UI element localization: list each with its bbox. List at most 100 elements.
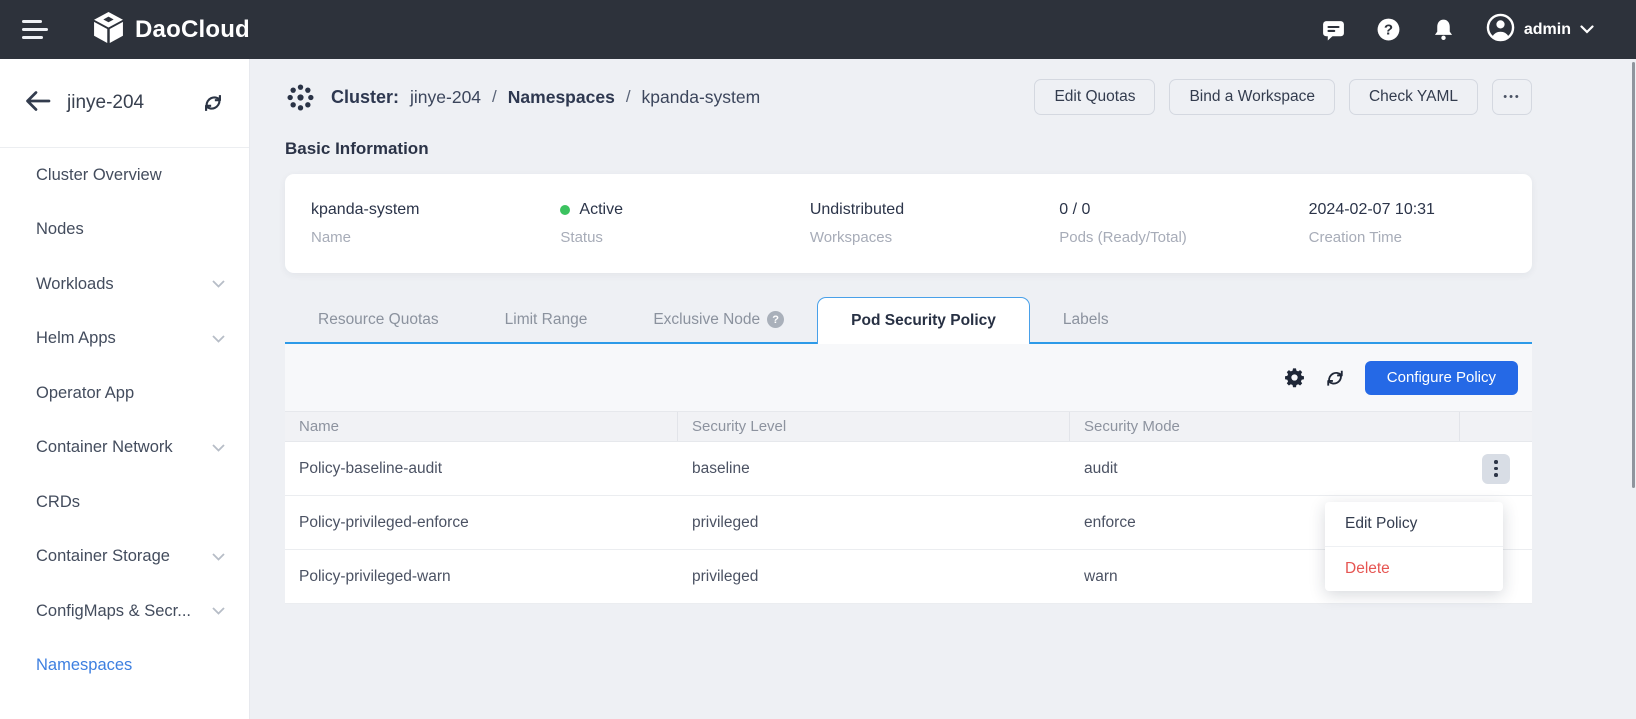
policy-name-cell: Policy-baseline-audit [285,442,678,495]
sidebar-item-helm-apps[interactable]: Helm Apps [0,312,249,367]
chevron-down-icon [212,607,225,615]
column-header-security-level: Security Level [678,412,1070,441]
bind-workspace-button[interactable]: Bind a Workspace [1169,79,1335,115]
row-context-menu: Edit Policy Delete [1325,502,1503,591]
tab-label: Exclusive Node [653,311,760,329]
chevron-down-icon [212,335,225,343]
sidebar-item-namespaces[interactable]: Namespaces [0,639,249,694]
sidebar-item-container-storage[interactable]: Container Storage [0,530,249,585]
sidebar-item-label: Container Storage [36,547,170,566]
chevron-down-icon [212,444,225,452]
breadcrumb-separator: / [626,87,631,107]
user-menu[interactable]: admin [1486,13,1594,47]
brand-name: DaoCloud [135,16,250,44]
gear-icon[interactable] [1284,367,1305,388]
tab-limit-range[interactable]: Limit Range [472,297,621,342]
column-header-security-mode: Security Mode [1070,412,1460,441]
table-header: Name Security Level Security Mode [285,411,1532,442]
kebab-menu-icon[interactable] [1482,454,1510,484]
policy-toolbar: Configure Policy [285,344,1532,411]
breadcrumb-cluster-name[interactable]: jinye-204 [410,87,481,108]
basic-information-card: kpanda-system Name Active Status Undistr… [285,174,1532,273]
help-icon[interactable]: ? [767,311,784,328]
field-status: Active Status [534,201,783,246]
breadcrumb-separator: / [492,87,497,107]
chat-icon[interactable] [1321,17,1346,42]
sidebar-item-label: ConfigMaps & Secr... [36,602,191,621]
sidebar-item-label: Nodes [36,220,84,239]
edit-policy-menu-item[interactable]: Edit Policy [1325,502,1503,546]
sidebar-cluster-name: jinye-204 [67,92,144,114]
table-row: Policy-baseline-audit baseline audit [285,442,1532,496]
vertical-scrollbar[interactable] [1632,62,1635,488]
status-dot-icon [560,205,570,215]
field-value: Active [579,201,623,219]
tab-labels[interactable]: Labels [1030,297,1142,342]
sidebar-item-label: Workloads [36,275,114,294]
navbar-right: ? admin [1321,13,1594,47]
cluster-dots-icon [285,82,316,113]
breadcrumb-namespaces[interactable]: Namespaces [508,87,615,108]
user-name: admin [1524,21,1571,39]
sidebar-item-operator-app[interactable]: Operator App [0,366,249,421]
configure-policy-button[interactable]: Configure Policy [1365,361,1518,395]
security-mode-cell: audit [1070,442,1460,495]
sidebar-item-label: Cluster Overview [36,166,162,185]
column-header-actions [1460,412,1532,441]
sidebar-header: jinye-204 [0,59,249,147]
check-yaml-button[interactable]: Check YAML [1349,79,1478,115]
app-root: DaoCloud ? [0,0,1636,719]
field-value: 0 / 0 [1059,201,1282,219]
field-label: Workspaces [810,229,1033,246]
basic-information-title: Basic Information [285,139,1532,159]
sidebar-item-nodes[interactable]: Nodes [0,203,249,258]
field-workspaces: Undistributed Workspaces [784,201,1033,246]
edit-quotas-button[interactable]: Edit Quotas [1034,79,1155,115]
field-name: kpanda-system Name [285,201,534,246]
column-header-name: Name [285,412,678,441]
sidebar-item-label: Container Network [36,438,173,457]
sidebar-item-cluster-overview[interactable]: Cluster Overview [0,148,249,203]
policy-name-cell: Policy-privileged-enforce [285,496,678,549]
tab-bar: Resource Quotas Limit Range Exclusive No… [285,299,1532,344]
field-pods: 0 / 0 Pods (Ready/Total) [1033,201,1282,246]
sidebar-item-configmaps-secrets[interactable]: ConfigMaps & Secr... [0,584,249,639]
more-actions-button[interactable]: ••• [1492,79,1532,115]
sidebar: jinye-204 Cluster Overview Nodes Workloa… [0,59,250,719]
back-arrow-icon[interactable] [24,90,51,117]
header-actions: Edit Quotas Bind a Workspace Check YAML … [1034,79,1532,115]
chevron-down-icon [1580,21,1594,39]
refresh-icon[interactable] [1324,367,1346,389]
help-icon[interactable]: ? [1376,17,1401,42]
sidebar-item-container-network[interactable]: Container Network [0,421,249,476]
sidebar-item-workloads[interactable]: Workloads [0,257,249,312]
tab-pod-security-policy[interactable]: Pod Security Policy [817,297,1030,344]
tab-label: Limit Range [505,311,588,329]
sidebar-item-label: Operator App [36,384,134,403]
field-label: Pods (Ready/Total) [1059,229,1282,246]
hamburger-icon[interactable] [22,20,48,39]
daocloud-logo-icon [92,11,125,49]
sidebar-item-label: CRDs [36,493,80,512]
breadcrumb: Cluster: jinye-204 / Namespaces / kpanda… [285,78,1532,116]
top-navbar: DaoCloud ? [0,0,1636,59]
bell-icon[interactable] [1431,17,1456,42]
tab-resource-quotas[interactable]: Resource Quotas [285,297,472,342]
chevron-down-icon [212,553,225,561]
sidebar-item-crds[interactable]: CRDs [0,475,249,530]
delete-menu-item[interactable]: Delete [1325,547,1503,591]
sync-icon[interactable] [201,91,225,115]
tab-exclusive-node[interactable]: Exclusive Node ? [620,297,817,342]
breadcrumb-cluster-label: Cluster: [331,87,399,108]
security-level-cell: baseline [678,442,1070,495]
field-creation-time: 2024-02-07 10:31 Creation Time [1283,201,1532,246]
svg-text:?: ? [1384,22,1393,39]
field-value: 2024-02-07 10:31 [1309,201,1532,219]
chevron-down-icon [212,280,225,288]
brand[interactable]: DaoCloud [92,11,250,49]
tab-label: Labels [1063,311,1109,329]
field-label: Status [560,229,783,246]
tab-label: Resource Quotas [318,311,439,329]
avatar-icon [1486,13,1515,47]
field-value: Undistributed [810,201,1033,219]
